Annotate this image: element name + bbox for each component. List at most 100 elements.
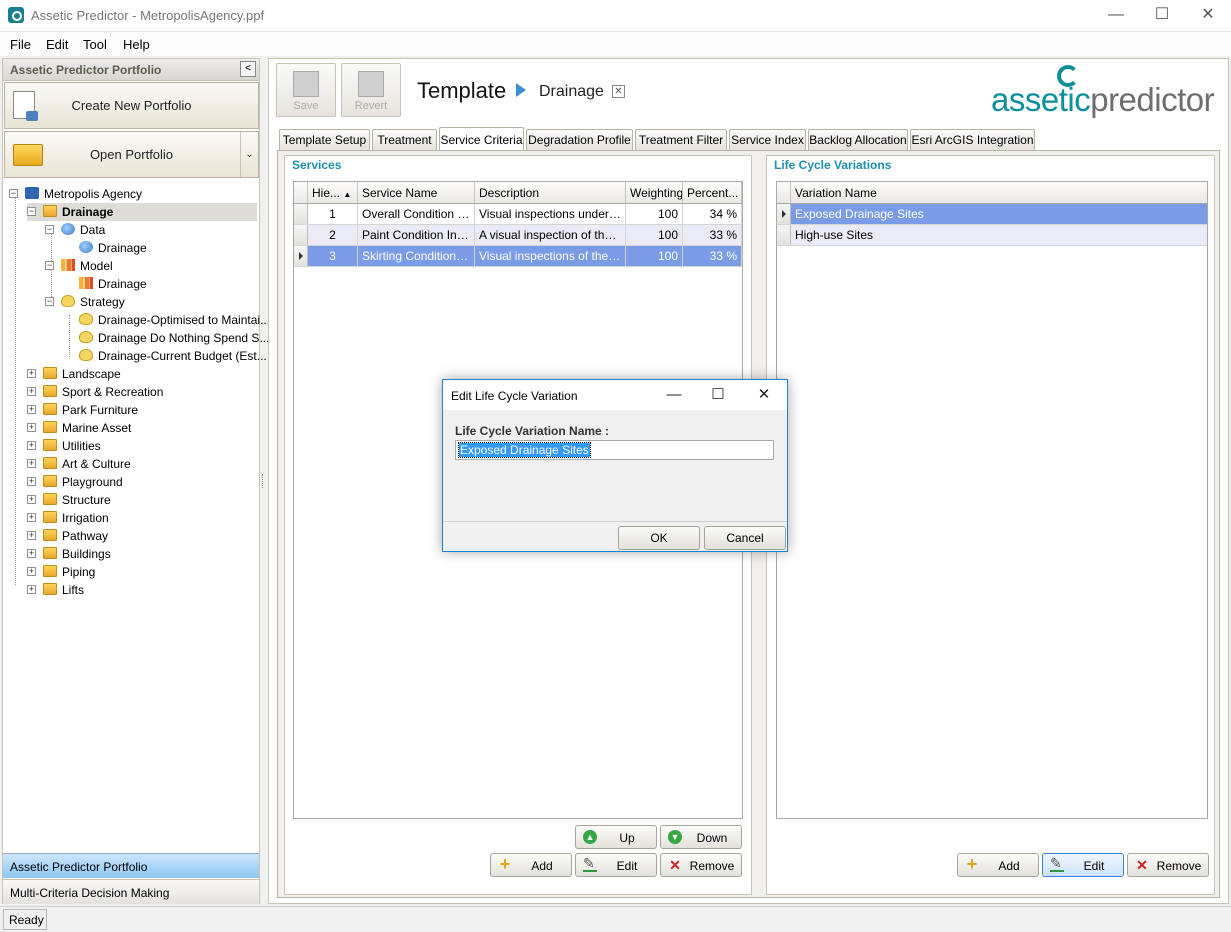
expand-icon[interactable]: +: [27, 369, 36, 378]
expand-icon[interactable]: +: [27, 567, 36, 576]
col-service-name[interactable]: Service Name: [358, 182, 475, 203]
tab-service-criteria[interactable]: Service Criteria: [439, 127, 524, 150]
expand-icon[interactable]: +: [27, 585, 36, 594]
expand-icon[interactable]: +: [27, 459, 36, 468]
remove-variation-button[interactable]: ✕ Remove: [1127, 853, 1209, 877]
close-template-button[interactable]: ✕: [612, 85, 625, 98]
expand-icon[interactable]: +: [27, 495, 36, 504]
tree-item-art[interactable]: + Art & Culture: [27, 455, 257, 473]
data-icon: [61, 223, 75, 235]
close-button[interactable]: ✕: [1185, 0, 1231, 32]
delete-icon: ✕: [1136, 857, 1148, 873]
collapse-icon[interactable]: −: [45, 261, 54, 270]
tree-item-model-drainage[interactable]: Drainage: [63, 275, 257, 293]
create-portfolio-label: Create New Portfolio: [71, 98, 192, 113]
tree-item-strategy-1[interactable]: Drainage-Optimised to Maintai...: [63, 311, 270, 329]
col-variation-name[interactable]: Variation Name: [791, 182, 1207, 203]
expand-icon[interactable]: +: [27, 423, 36, 432]
tree-item-landscape[interactable]: + Landscape: [27, 365, 257, 383]
tab-treatment-filter[interactable]: Treatment Filter: [635, 129, 727, 150]
tree-item-marine[interactable]: + Marine Asset: [27, 419, 257, 437]
maximize-button[interactable]: ☐: [1139, 0, 1185, 32]
col-weighting[interactable]: Weighting: [626, 182, 683, 203]
collapse-icon[interactable]: −: [9, 189, 18, 198]
dialog-minimize-button[interactable]: —: [659, 384, 689, 406]
dialog-divider: [443, 521, 787, 522]
splitter-handle[interactable]: [262, 474, 265, 488]
tree-item-structure[interactable]: + Structure: [27, 491, 257, 509]
tree-item-park[interactable]: + Park Furniture: [27, 401, 257, 419]
nav-portfolio-tab[interactable]: Assetic Predictor Portfolio: [3, 853, 259, 878]
expand-icon[interactable]: +: [27, 513, 36, 522]
tab-template-setup[interactable]: Template Setup: [279, 129, 370, 150]
menu-tool[interactable]: Tool: [83, 37, 107, 52]
tree-item-piping[interactable]: + Piping: [27, 563, 257, 581]
col-percent[interactable]: Percent...: [683, 182, 742, 203]
dialog-maximize-button[interactable]: ☐: [703, 384, 733, 406]
expand-icon[interactable]: +: [27, 441, 36, 450]
tree-item-pathway[interactable]: + Pathway: [27, 527, 257, 545]
tree-item-lifts[interactable]: + Lifts: [27, 581, 257, 599]
dialog-close-button[interactable]: ✕: [749, 384, 779, 406]
menu-help[interactable]: Help: [123, 37, 150, 52]
menu-file[interactable]: File: [10, 37, 31, 52]
table-row[interactable]: 1 Overall Condition In... Visual inspect…: [294, 204, 742, 225]
expand-icon[interactable]: +: [27, 387, 36, 396]
table-row[interactable]: 2 Paint Condition Index A visual inspect…: [294, 225, 742, 246]
ok-button[interactable]: OK: [618, 526, 700, 550]
minimize-button[interactable]: —: [1093, 0, 1139, 32]
col-description[interactable]: Description: [475, 182, 626, 203]
tree-item-data-drainage[interactable]: Drainage: [63, 239, 257, 257]
collapse-icon[interactable]: −: [45, 297, 54, 306]
tree-item-strategy-3[interactable]: Drainage-Current Budget (Est...: [63, 347, 267, 365]
folder-icon: [43, 205, 57, 217]
collapse-icon[interactable]: −: [27, 207, 36, 216]
tab-treatment[interactable]: Treatment: [372, 129, 437, 150]
tree-item-root[interactable]: − Metropolis Agency: [9, 185, 257, 203]
expand-icon[interactable]: +: [27, 405, 36, 414]
tree-item-strategy-2[interactable]: Drainage Do Nothing Spend S...: [63, 329, 269, 347]
open-portfolio-label: Open Portfolio: [89, 147, 174, 162]
tab-esri-arcgis[interactable]: Esri ArcGIS Integration: [910, 129, 1035, 150]
move-up-button[interactable]: ▲ Up: [575, 825, 657, 849]
tree-item-data[interactable]: − Data: [45, 221, 257, 239]
chevron-down-icon[interactable]: ⌄: [240, 132, 258, 177]
create-portfolio-button[interactable]: Create New Portfolio: [4, 82, 259, 129]
tree-item-model[interactable]: − Model: [45, 257, 257, 275]
tree-item-playground[interactable]: + Playground: [27, 473, 257, 491]
tree-item-utilities[interactable]: + Utilities: [27, 437, 257, 455]
lifecycle-panel: Life Cycle Variations Variation Name Exp…: [766, 155, 1215, 895]
add-variation-button[interactable]: + Add: [957, 853, 1039, 877]
col-hierarchy[interactable]: Hie... ▲: [308, 182, 358, 203]
collapse-panel-button[interactable]: <: [240, 61, 256, 77]
folder-icon: [43, 403, 57, 415]
tab-service-index[interactable]: Service Index: [729, 129, 806, 150]
menu-edit[interactable]: Edit: [46, 37, 68, 52]
expand-icon[interactable]: +: [27, 531, 36, 540]
save-button[interactable]: Save: [276, 63, 336, 117]
revert-button[interactable]: Revert: [341, 63, 401, 117]
tree-item-strategy[interactable]: − Strategy: [45, 293, 257, 311]
expand-icon[interactable]: +: [27, 477, 36, 486]
portfolio-panel: Assetic Predictor Portfolio < Create New…: [2, 58, 270, 904]
tree-item-drainage[interactable]: − Drainage: [27, 203, 257, 221]
open-portfolio-button[interactable]: Open Portfolio ⌄: [4, 131, 259, 178]
tree-item-irrigation[interactable]: + Irrigation: [27, 509, 257, 527]
tree-item-sport[interactable]: + Sport & Recreation: [27, 383, 257, 401]
table-row-selected[interactable]: 3 Skirting Condition In... Visual inspec…: [294, 246, 742, 267]
expand-icon[interactable]: +: [27, 549, 36, 558]
cancel-button[interactable]: Cancel: [704, 526, 786, 550]
remove-service-button[interactable]: ✕ Remove: [660, 853, 742, 877]
collapse-icon[interactable]: −: [45, 225, 54, 234]
nav-mcdm-tab[interactable]: Multi-Criteria Decision Making: [3, 879, 259, 904]
tree-item-buildings[interactable]: + Buildings: [27, 545, 257, 563]
edit-variation-button[interactable]: Edit: [1042, 853, 1124, 877]
add-service-button[interactable]: + Add: [490, 853, 572, 877]
edit-service-button[interactable]: Edit: [575, 853, 657, 877]
list-item-selected[interactable]: Exposed Drainage Sites: [777, 204, 1207, 225]
move-down-button[interactable]: ▼ Down: [660, 825, 742, 849]
list-item[interactable]: High-use Sites: [777, 225, 1207, 246]
variation-name-input[interactable]: Exposed Drainage Sites: [455, 440, 774, 460]
tab-degradation-profile[interactable]: Degradation Profile: [526, 129, 633, 150]
tab-backlog-allocation[interactable]: Backlog Allocation: [808, 129, 908, 150]
